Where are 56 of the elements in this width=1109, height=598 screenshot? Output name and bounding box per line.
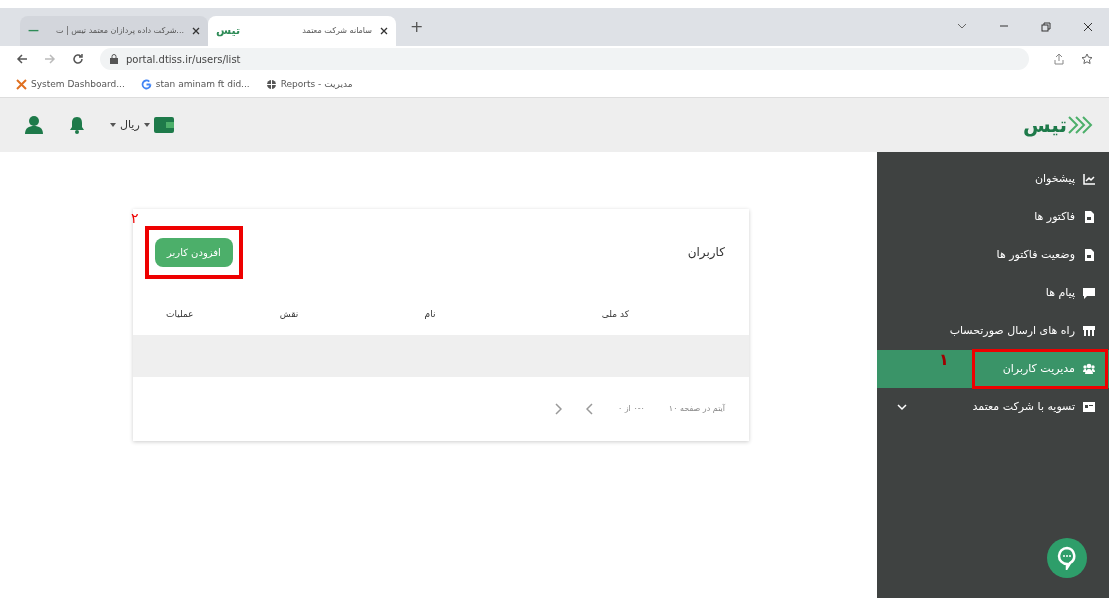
- sidebar-item[interactable]: مدیریت کاربران ۱: [877, 350, 1109, 388]
- sidebar-item[interactable]: وضعیت فاکتور ها: [877, 236, 1109, 274]
- document-icon: [1083, 211, 1095, 223]
- annotation-number: ۱: [939, 352, 949, 368]
- currency-selector[interactable]: ریال: [110, 116, 174, 134]
- bookmark[interactable]: stan aminam ft did...: [140, 77, 250, 92]
- close-icon[interactable]: [192, 27, 200, 35]
- browser-tab[interactable]: تیس سامانه شرکت معتمد: [208, 16, 396, 46]
- bookmark[interactable]: System Dashboard...: [16, 77, 125, 92]
- caret-icon: [110, 123, 116, 127]
- column-header: نقش: [278, 308, 299, 322]
- sidebar-item[interactable]: تسویه با شرکت معتمد: [877, 388, 1109, 426]
- next-page-icon[interactable]: [585, 403, 594, 415]
- storefront-icon: [1083, 325, 1095, 337]
- column-header: کد ملی: [600, 308, 630, 322]
- logo: تیس: [1023, 110, 1093, 140]
- cross-icon: [16, 79, 27, 90]
- new-tab-button[interactable]: +: [396, 15, 438, 39]
- share-icon[interactable]: [1053, 53, 1065, 65]
- id-card-icon: [1083, 401, 1095, 413]
- minimize-icon[interactable]: [999, 22, 1009, 30]
- back-icon[interactable]: [16, 53, 28, 65]
- close-icon[interactable]: [380, 27, 388, 35]
- reload-icon[interactable]: [71, 53, 84, 65]
- sidebar-item[interactable]: پیشخوان: [877, 160, 1109, 198]
- caret-icon: [143, 123, 150, 127]
- sidebar-item[interactable]: فاکتور ها: [877, 198, 1109, 236]
- chat-icon: [1056, 546, 1078, 570]
- card-title: کاربران: [687, 244, 725, 261]
- sidebar-item[interactable]: پیام ها: [877, 274, 1109, 312]
- bookmark[interactable]: Reports - مدیریت: [265, 77, 353, 92]
- google-icon: [140, 79, 152, 90]
- globe-icon: [265, 79, 277, 90]
- bell-icon[interactable]: [68, 116, 86, 134]
- annotation-number: ۲: [131, 208, 139, 228]
- restore-icon[interactable]: [1041, 22, 1051, 32]
- items-per-page-label: آیتم در صفحه ۱۰: [668, 403, 725, 415]
- column-header: نام: [423, 308, 436, 322]
- page-range: ۰-۰ از ۰: [617, 403, 645, 415]
- close-icon[interactable]: [1083, 22, 1093, 32]
- chevron-down-icon[interactable]: [957, 22, 967, 30]
- star-icon[interactable]: [1081, 53, 1093, 65]
- users-icon: [1083, 363, 1095, 375]
- document-icon: [1083, 249, 1095, 261]
- wallet-icon: [153, 117, 174, 133]
- lock-icon: [109, 54, 118, 64]
- address-bar[interactable]: portal.dtiss.ir/users/list: [99, 48, 1029, 70]
- previous-page-icon[interactable]: [553, 403, 562, 415]
- message-icon: [1083, 287, 1095, 299]
- column-header: عملیات: [165, 308, 194, 322]
- chevrons-icon: [1067, 115, 1093, 135]
- chat-button[interactable]: [1047, 538, 1087, 578]
- sidebar-item[interactable]: راه های ارسال صورتحساب: [877, 312, 1109, 350]
- browser-tab[interactable]: — شرکت داده پردازان معتمد تیس | ت...: [20, 16, 208, 46]
- user-icon[interactable]: [24, 115, 44, 135]
- chart-icon: [1083, 173, 1095, 185]
